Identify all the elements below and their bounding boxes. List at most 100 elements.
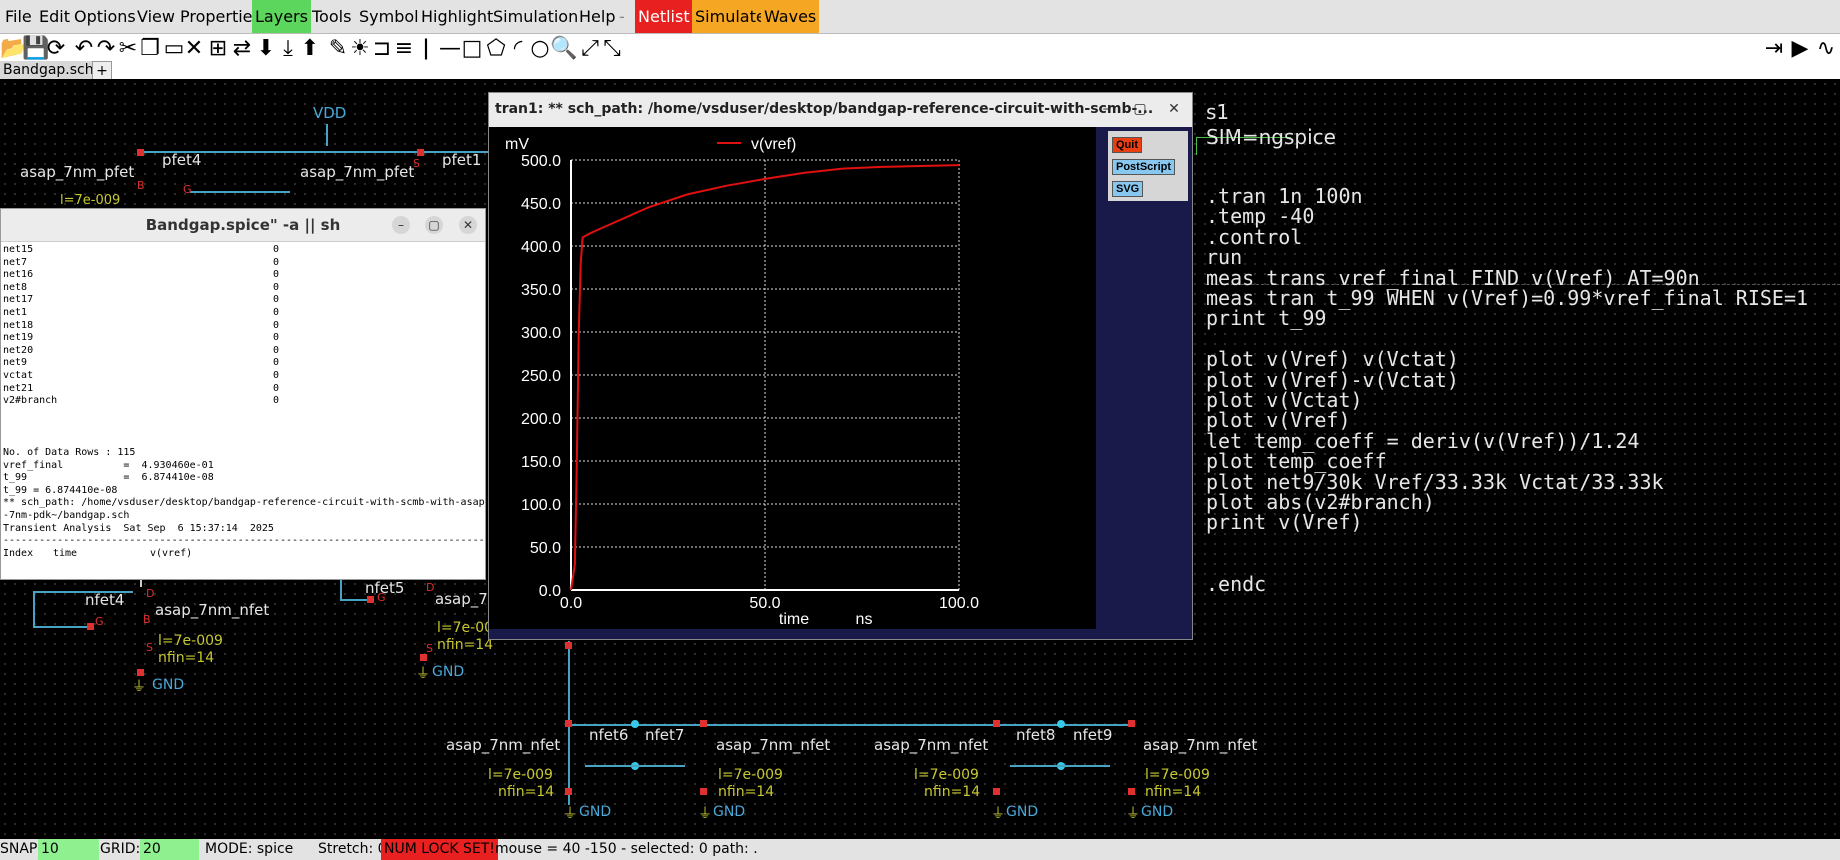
menu-highlight[interactable]: Highlight: [418, 0, 496, 33]
postscript-button[interactable]: PostScript: [1112, 159, 1176, 175]
pin-icon[interactable]: ǀ: [414, 37, 438, 61]
line-icon[interactable]: —: [438, 37, 462, 61]
polygon-icon[interactable]: ⬠: [484, 37, 508, 61]
y-tick-label: 250.0: [521, 368, 561, 385]
flip-icon[interactable]: ⇄: [230, 37, 254, 61]
terminal-titlebar[interactable]: Bandgap.spice" -a || sh – ▢ ✕: [1, 209, 485, 242]
menu-tools[interactable]: Tools: [309, 0, 354, 33]
netlist-sim: SIM=ngspice: [1206, 125, 1336, 149]
push-icon[interactable]: ⤓: [276, 37, 300, 61]
menu-symbol[interactable]: Symbol: [356, 0, 422, 33]
brush-icon[interactable]: ✎: [326, 37, 350, 61]
nfet5-gate-pin: [367, 596, 374, 603]
net-name: v2#branch: [3, 395, 58, 407]
netlabel-icon[interactable]: ⊐: [370, 37, 394, 61]
undo-icon[interactable]: ↶: [72, 37, 96, 61]
svg-button[interactable]: SVG: [1112, 181, 1144, 197]
menu-options[interactable]: Options: [71, 0, 139, 33]
net-value: 0: [273, 294, 280, 306]
terminal-window[interactable]: Bandgap.spice" -a || sh – ▢ ✕ net15 0 net7…: [0, 208, 486, 580]
nfet4-model: asap_7nm_nfet: [155, 601, 270, 619]
x-tick-label: 0.0: [560, 595, 582, 612]
menu-simulation[interactable]: Simulation: [490, 0, 581, 33]
play-icon[interactable]: ▶: [1788, 37, 1812, 61]
nfet6-source-pin: [565, 788, 572, 795]
menu-help[interactable]: Help: [576, 0, 618, 33]
nfet6-nfin: nfin=14: [498, 784, 555, 800]
redo-icon[interactable]: ↷: [94, 37, 118, 61]
nfet5-source-pin-label: S: [426, 642, 433, 655]
nfet4-source-pin-label: S: [146, 641, 153, 654]
menu-bar: File Edit Options View Properties Layers…: [0, 0, 1840, 34]
menu-view[interactable]: View: [134, 0, 178, 33]
plot-titlebar[interactable]: tran1: ** sch_path: /home/vsduser/deskto…: [489, 93, 1192, 127]
tab-bandgap[interactable]: Bandgap.sch*: [0, 61, 105, 79]
rect-icon[interactable]: □: [460, 37, 484, 61]
netlist-run-icon[interactable]: ⇥: [1762, 37, 1786, 61]
netlist-s1: s1: [1206, 100, 1230, 124]
copy-icon[interactable]: ❐: [138, 37, 162, 61]
netlist-button[interactable]: Netlist: [635, 0, 693, 33]
circle-icon[interactable]: ○: [528, 37, 552, 61]
text-icon[interactable]: ≡: [392, 37, 416, 61]
waves-icon[interactable]: ∿: [1814, 37, 1838, 61]
y-tick-label: 500.0: [521, 153, 561, 170]
net-value: 0: [273, 319, 280, 331]
t99-print: t_99 = 6.874410e-08: [3, 484, 118, 496]
y-tick-label: 0.0: [539, 583, 561, 600]
simulate-button[interactable]: Simulate: [692, 0, 769, 33]
plot-title: tran1: ** sch_path: /home/vsduser/deskto…: [495, 101, 1154, 117]
new-tab-button[interactable]: +: [92, 61, 112, 81]
minimize-icon[interactable]: –: [392, 216, 410, 234]
waveform-plot-area[interactable]: 0.0 50.0 100.0 150.0 200.0 250.0 300.0 350.0 400…: [489, 127, 1096, 629]
zoom-fit-icon[interactable]: ⤡: [600, 37, 624, 61]
vdd-wire: [326, 124, 328, 146]
menu-properties[interactable]: Properties: [177, 0, 264, 33]
terminal-output[interactable]: net15 0 net7 0 net16 0 net8 0 net17 0 net1 0 net18 0 n…: [3, 244, 485, 577]
toolbar: 📂 💾 ⟳ ↶ ↷ ✂ ❐ ▭ ✕ ⊞ ⇄ ⬇ ⤓ ⬆ ✎ ☀ ⊐ ≡ ǀ — □ ⬠ ◜ ○ 🔍 ⤢ ⤡ ⇥ ▶ ∿: [0, 34, 1840, 64]
pfet4-gate-pin-label: G: [183, 183, 192, 196]
pfet1-pin: [417, 149, 424, 156]
y-tick-label: 400.0: [521, 239, 561, 256]
close-icon[interactable]: ✕: [459, 216, 477, 234]
snap-value-field[interactable]: 10: [38, 839, 99, 860]
menu-edit[interactable]: Edit: [36, 0, 73, 33]
cut-icon[interactable]: ✂: [116, 37, 140, 61]
menu-layers[interactable]: Layers: [252, 0, 311, 33]
sch-path-line: -7nm-pdk~/bandgap.sch: [3, 510, 130, 521]
quit-button[interactable]: Quit: [1112, 137, 1142, 153]
delete-icon[interactable]: ✕: [182, 37, 206, 61]
open-icon[interactable]: 📂: [0, 37, 27, 61]
arc-icon[interactable]: ◜: [506, 37, 530, 61]
waves-button[interactable]: Waves: [761, 0, 820, 33]
highlight-icon[interactable]: ☀: [348, 37, 372, 61]
close-icon[interactable]: ✕: [1164, 99, 1184, 119]
nfet4-length: l=7e-009: [158, 633, 223, 649]
nfet4-nfin: nfin=14: [158, 650, 215, 666]
nfet4-wire-bottom: [33, 626, 88, 628]
save-icon[interactable]: 💾: [22, 37, 49, 61]
net-value: 0: [273, 244, 280, 255]
plot-window[interactable]: tran1: ** sch_path: /home/vsduser/deskto…: [488, 92, 1193, 640]
pfet1-name: pfet1: [442, 151, 482, 169]
pop-icon[interactable]: ⬆: [298, 37, 322, 61]
insert-symbol-icon[interactable]: ⊞: [206, 37, 230, 61]
fullscreen-icon[interactable]: ⤢: [578, 37, 602, 61]
maximize-icon[interactable]: ▢: [425, 216, 443, 234]
minimize-icon[interactable]: –: [1096, 99, 1116, 119]
vref-final-result: vref_final = 4.930460e-01: [3, 459, 214, 471]
snap-label: SNAP:: [0, 841, 43, 857]
net-name: net15: [3, 244, 34, 255]
net-value: 0: [273, 357, 280, 369]
menu-file[interactable]: File: [2, 0, 35, 33]
ground-symbol: ⏚: [416, 666, 430, 682]
nfet4-gnd-label: GND: [152, 677, 185, 693]
maximize-icon[interactable]: ▢: [1130, 99, 1150, 119]
netlist-bracket: [1196, 137, 1197, 155]
nfet4-name: nfet4: [85, 591, 125, 609]
move-down-icon[interactable]: ⬇: [254, 37, 278, 61]
grid-value-field[interactable]: 20: [140, 839, 199, 860]
reload-icon[interactable]: ⟳: [44, 37, 68, 61]
numlock-warning: NUM LOCK SET!: [381, 839, 498, 860]
zoom-icon[interactable]: 🔍: [550, 37, 577, 61]
